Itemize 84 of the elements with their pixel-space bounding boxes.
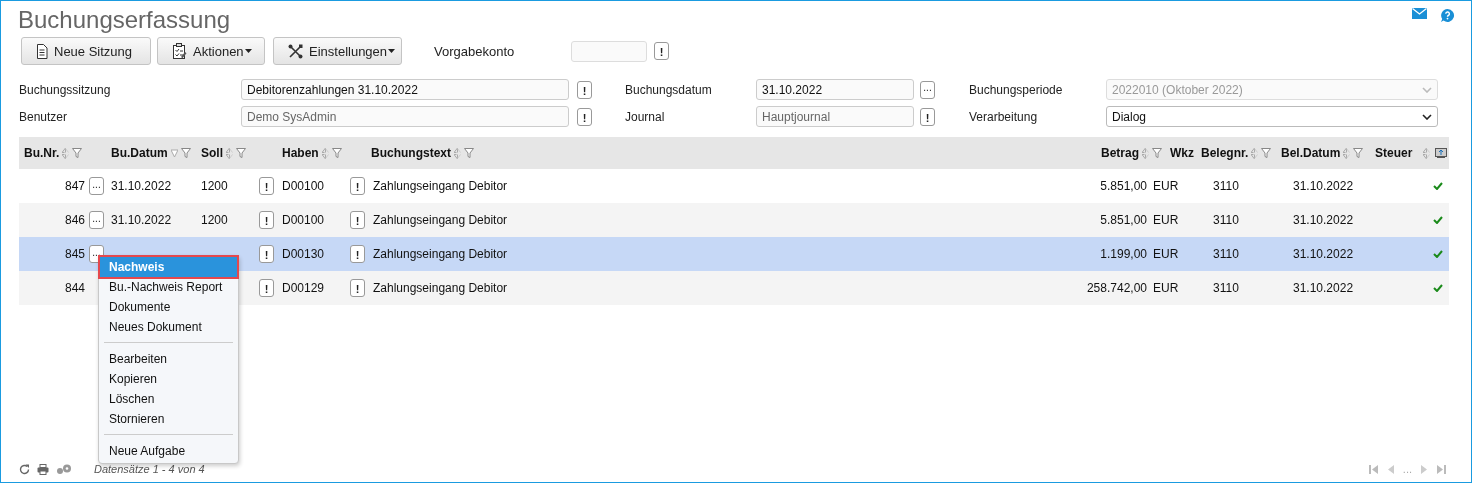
- table-cell: 1.199,00: [1100, 247, 1147, 261]
- table-cell: D00100: [282, 179, 325, 193]
- table-cell: 3110: [1213, 213, 1239, 227]
- field-label: Benutzer: [19, 109, 69, 124]
- column-header[interactable]: Bu.Nr.: [24, 146, 60, 160]
- field-label: Vorgabekonto: [434, 43, 516, 59]
- toolbar-button[interactable]: Aktionen: [157, 37, 265, 65]
- table-row[interactable]: 846 ... 31.10.2022 1200 ! D00100 ! Zahlungseingang Debitor 5.851,00 EUR 3110 31.10.2022: [19, 203, 1449, 237]
- table-cell: 1200: [201, 213, 228, 227]
- field-label: Buchungsdatum: [625, 82, 713, 97]
- table-cell: EUR: [1153, 247, 1179, 261]
- table-cell: 31.10.2022: [111, 179, 172, 193]
- info-button[interactable]: !: [350, 177, 365, 195]
- table-cell: EUR: [1153, 281, 1179, 295]
- column-header[interactable]: Buchungstext: [371, 146, 451, 160]
- info-button[interactable]: !: [259, 279, 274, 297]
- input-field[interactable]: 31.10.2022: [756, 79, 914, 100]
- menu-item[interactable]: Neues Dokument: [99, 317, 238, 337]
- info-button[interactable]: !: [920, 107, 935, 126]
- info-button[interactable]: !: [350, 211, 365, 229]
- column-header[interactable]: Bel.Datum: [1281, 146, 1341, 160]
- info-button[interactable]: !: [577, 107, 592, 126]
- info-button[interactable]: !: [259, 177, 274, 195]
- more-button[interactable]: ...: [920, 80, 935, 99]
- info-button[interactable]: !: [654, 42, 669, 60]
- table-cell: 3110: [1213, 179, 1239, 193]
- column-header[interactable]: Betrag: [1101, 146, 1139, 160]
- record-count: Datensätze 1 - 4 von 4: [94, 463, 205, 475]
- table-cell: 258.742,00: [1086, 281, 1147, 295]
- menu-item[interactable]: Kopieren: [99, 369, 238, 389]
- table-cell: Zahlungseingang Debitor: [373, 281, 508, 295]
- info-button[interactable]: !: [577, 80, 592, 99]
- table-cell: 31.10.2022: [1293, 281, 1354, 295]
- menu-item[interactable]: Neue Aufgabe: [99, 441, 238, 461]
- column-header[interactable]: Belegnr.: [1201, 146, 1249, 160]
- table-cell: Zahlungseingang Debitor: [373, 179, 508, 193]
- page-ellipsis: ...: [1402, 463, 1412, 475]
- info-button[interactable]: !: [259, 211, 274, 229]
- table-cell: Zahlungseingang Debitor: [373, 213, 508, 227]
- info-button[interactable]: !: [259, 245, 274, 263]
- table-cell: 3110: [1213, 281, 1239, 295]
- info-button[interactable]: !: [350, 245, 365, 263]
- field-label: Buchungssitzung: [19, 82, 112, 97]
- column-header[interactable]: Steuer: [1375, 146, 1413, 160]
- table-cell: EUR: [1153, 179, 1179, 193]
- table-cell: EUR: [1153, 213, 1179, 227]
- input-field[interactable]: Hauptjournal: [756, 106, 914, 127]
- table-cell: 1200: [201, 179, 228, 193]
- info-button[interactable]: !: [350, 279, 365, 297]
- table-cell: 31.10.2022: [1293, 213, 1354, 227]
- field-label: Verarbeitung: [969, 109, 1039, 124]
- table-row[interactable]: 847 ... 31.10.2022 1200 ! D00100 ! Zahlungseingang Debitor 5.851,00 EUR 3110 31.10.2022: [19, 169, 1449, 203]
- more-button[interactable]: ...: [89, 177, 104, 195]
- table-cell: 31.10.2022: [1293, 247, 1354, 261]
- column-header[interactable]: Haben: [282, 146, 319, 160]
- field-label: Journal: [625, 109, 666, 124]
- more-button[interactable]: ...: [89, 211, 104, 229]
- menu-item[interactable]: Bearbeiten: [99, 349, 238, 369]
- select-field[interactable]: Dialog: [1106, 106, 1438, 127]
- column-header[interactable]: Wkz: [1170, 146, 1194, 160]
- column-header[interactable]: Soll: [201, 146, 223, 160]
- page-title: Buchungserfassung: [18, 6, 231, 34]
- table-cell: D00129: [282, 281, 325, 295]
- toolbar-button[interactable]: Neue Sitzung: [21, 37, 151, 65]
- table-cell: 5.851,00: [1100, 213, 1147, 227]
- menu-item[interactable]: Löschen: [99, 389, 238, 409]
- table-cell: 847: [64, 179, 85, 193]
- table-cell: 846: [64, 213, 85, 227]
- table-cell: Zahlungseingang Debitor: [373, 247, 508, 261]
- column-header[interactable]: Bu.Datum: [111, 146, 168, 160]
- table-cell: D00100: [282, 213, 325, 227]
- field-label: Buchungsperiode: [969, 82, 1064, 97]
- table-cell: 845: [64, 247, 85, 261]
- input-field[interactable]: Demo SysAdmin: [241, 106, 569, 127]
- menu-item[interactable]: Stornieren: [99, 409, 238, 429]
- table-cell: 3110: [1213, 247, 1239, 261]
- menu-item[interactable]: Bu.-Nachweis Report: [99, 277, 238, 297]
- toolbar-button[interactable]: Einstellungen: [273, 37, 402, 65]
- table-cell: 31.10.2022: [1293, 179, 1354, 193]
- input-field[interactable]: Debitorenzahlungen 31.10.2022: [241, 79, 569, 100]
- table-cell: D00130: [282, 247, 325, 261]
- table-cell: 844: [64, 281, 85, 295]
- table-cell: 31.10.2022: [111, 213, 172, 227]
- table-cell: 5.851,00: [1100, 179, 1147, 193]
